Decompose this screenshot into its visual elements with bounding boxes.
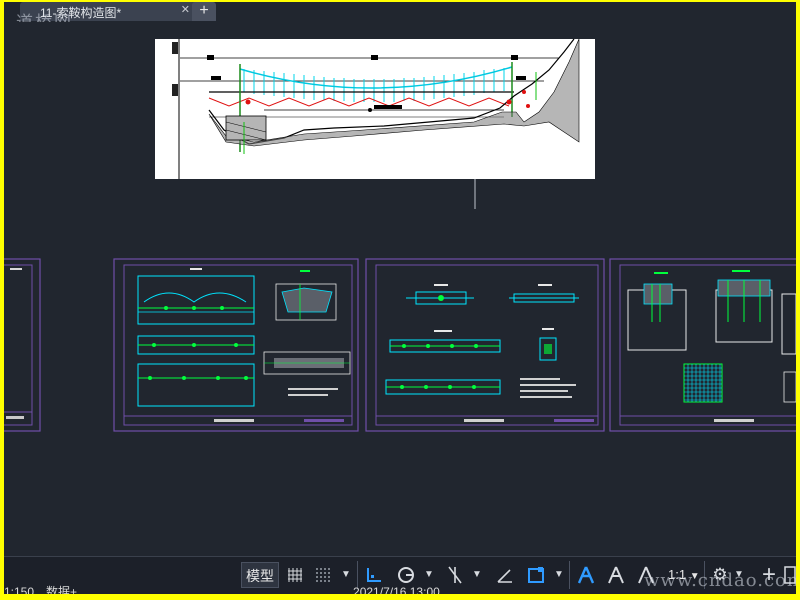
watermark-url: www.cndao.com xyxy=(644,570,796,591)
annotation-visibility-icon[interactable] xyxy=(602,562,630,588)
sheet-frame-3[interactable] xyxy=(609,258,796,432)
chevron-down-icon[interactable]: ▼ xyxy=(552,562,566,588)
close-icon[interactable]: ✕ xyxy=(181,3,190,16)
separator xyxy=(569,561,570,589)
drawing-svg xyxy=(4,38,796,432)
sheet-frame-2[interactable] xyxy=(365,258,605,432)
sheet-frame-partial[interactable] xyxy=(4,258,41,432)
command-status-text: 1:150 数据+ 2021/7/16 13:00 xyxy=(4,585,440,594)
angle-icon[interactable] xyxy=(492,562,518,588)
sheet-frame-1[interactable] xyxy=(113,258,359,432)
cad-application: 11-索鞍构造图* ✕ + 道桥网 xyxy=(4,2,796,594)
document-tab-bar: 11-索鞍构造图* ✕ + 道桥网 xyxy=(4,2,796,33)
annotation-icon[interactable] xyxy=(572,562,600,588)
isometric-icon[interactable] xyxy=(442,562,468,588)
osnap-icon[interactable] xyxy=(522,562,550,588)
model-space-canvas[interactable] xyxy=(4,22,796,556)
bridge-elevation-drawing xyxy=(155,38,595,209)
new-tab-button[interactable]: + xyxy=(192,2,216,21)
chevron-down-icon[interactable]: ▼ xyxy=(470,562,484,588)
